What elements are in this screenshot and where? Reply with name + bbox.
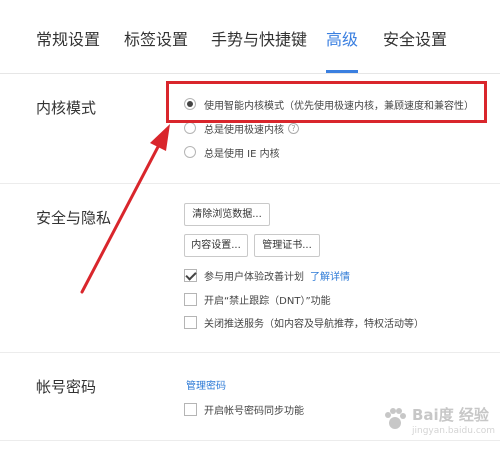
tab-gestures[interactable]: 手势与快捷键 (211, 29, 307, 51)
dnt-checkbox[interactable] (184, 292, 197, 306)
tab-general[interactable]: 常规设置 (36, 29, 100, 51)
account-section-label: 帐号密码 (36, 378, 97, 396)
content-settings-button[interactable]: 内容设置... (184, 234, 248, 257)
watermark-url: jingyan.baidu.com (412, 426, 496, 436)
radio-button[interactable] (184, 146, 196, 158)
password-sync-row[interactable]: 开启帐号密码同步功能 (184, 401, 304, 417)
dnt-row[interactable]: 开启“禁止跟踪（DNT）”功能 (184, 291, 331, 307)
push-row[interactable]: 关闭推送服务（如内容及导航推荐，特权活动等） (184, 314, 424, 330)
push-label: 关闭推送服务（如内容及导航推荐，特权活动等） (204, 318, 424, 330)
annotation-highlight-box (166, 81, 487, 123)
settings-page: 常规设置 标签设置 手势与快捷键 高级 安全设置 内核模式 使用智能内核模式（优… (0, 0, 500, 452)
radio-ie-kernel[interactable]: 总是使用 IE 内核 (184, 143, 280, 161)
tab-security[interactable]: 安全设置 (383, 29, 447, 51)
active-tab-indicator (326, 70, 358, 73)
watermark-brand: Bai度 经验 (412, 406, 489, 424)
password-sync-label: 开启帐号密码同步功能 (204, 405, 304, 417)
baidu-watermark: Bai度 经验 jingyan.baidu.com (382, 400, 496, 444)
kernel-section-label: 内核模式 (36, 99, 97, 117)
privacy-section-label: 安全与隐私 (36, 209, 112, 227)
ux-plan-checkbox[interactable] (184, 268, 197, 282)
tab-advanced[interactable]: 高级 (326, 29, 358, 51)
clear-browsing-data-button[interactable]: 清除浏览数据... (184, 203, 270, 226)
paw-logo-icon (385, 408, 406, 429)
password-sync-checkbox[interactable] (184, 402, 197, 416)
section-divider (0, 183, 500, 184)
settings-tabs: 常规设置 标签设置 手势与快捷键 高级 安全设置 (0, 0, 500, 74)
push-checkbox[interactable] (184, 315, 197, 329)
manage-certificates-button[interactable]: 管理证书... (254, 234, 320, 257)
radio-button[interactable] (184, 122, 196, 134)
manage-password-link[interactable]: 管理密码 (186, 377, 226, 392)
section-divider (0, 352, 500, 353)
radio-ie-kernel-label: 总是使用 IE 内核 (204, 148, 280, 160)
tab-tab-settings[interactable]: 标签设置 (124, 29, 188, 51)
learn-more-link[interactable]: 了解详情 (310, 268, 350, 283)
dnt-label: 开启“禁止跟踪（DNT）”功能 (204, 295, 331, 307)
ux-plan-row[interactable]: 参与用户体验改善计划 了解详情 (184, 267, 350, 283)
ux-plan-label: 参与用户体验改善计划 (204, 271, 304, 283)
help-icon[interactable]: ? (288, 122, 299, 134)
